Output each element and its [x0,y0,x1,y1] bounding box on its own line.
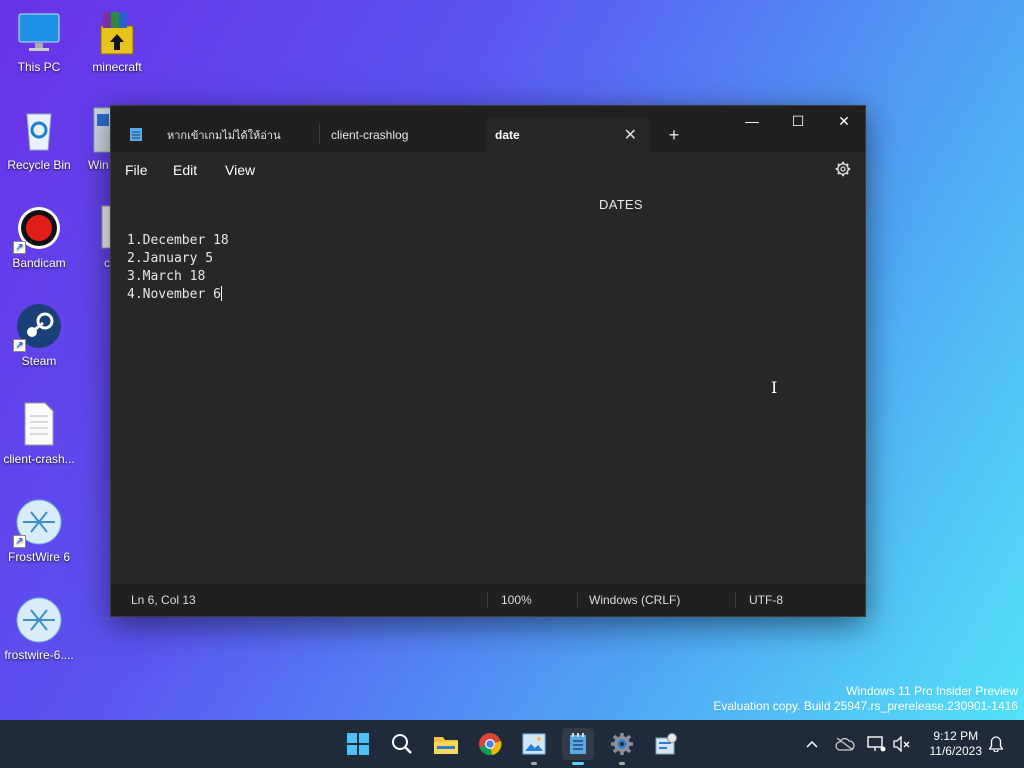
desktop-icon-frostwire[interactable]: ↗ FrostWire 6 [0,498,78,564]
notepad-icon [129,126,143,145]
text-line-with-caret: 4.November 6 [127,286,229,304]
text-file-icon [15,400,63,448]
text-line: 3.March 18 [127,269,206,284]
maximize-button[interactable]: ☐ [775,106,821,136]
notification-bell-icon[interactable] [986,720,1006,768]
desktop-icon-label: Steam [21,354,57,368]
close-button[interactable]: ✕ [821,106,867,136]
desktop-icon-label: Win [88,158,109,172]
tab-date[interactable]: date ✕ [487,118,649,152]
tab-label: date [495,128,520,142]
minimize-button[interactable]: — [729,106,775,136]
text-line: 2.January 5 [127,251,214,266]
desktop-icon-label: c [104,256,110,270]
text-caret [220,286,222,301]
desktop-icon-minecraft[interactable]: minecraft [78,8,156,74]
volume-muted-icon[interactable] [892,720,912,768]
menu-bar: File Edit View [111,152,865,186]
text-line: 1.December 18 [127,233,229,248]
cloud-icon[interactable] [834,720,856,768]
watermark-line: Windows 11 Pro Insider Preview [846,684,1018,698]
desktop-icon-label: This PC [17,60,61,74]
shortcut-arrow-icon: ↗ [13,535,26,548]
desktop-icon-client-crashlog[interactable]: client-crash... [0,400,78,466]
winrar-archive-icon [93,8,141,56]
shortcut-arrow-icon: ↗ [13,339,26,352]
menu-view[interactable]: View [225,162,255,178]
desktop-icon-frostwire-installer[interactable]: frostwire-6.... [0,596,78,662]
network-icon[interactable] [866,720,888,768]
text-lines: 1.December 18 2.January 5 3.March 18 4.N… [127,232,229,304]
cursor-position: Ln 6, Col 13 [131,593,196,607]
new-tab-button[interactable]: + [659,118,689,152]
file-explorer-icon[interactable] [430,728,462,760]
title-bar: หากเข้าเกมไม่ได้ให้อ่าน client-crashlog … [111,106,865,152]
desktop-icon-bandicam[interactable]: ↗ Bandicam [0,204,78,270]
desktop-icon-label: client-crash... [3,452,75,466]
monitor-icon [15,8,63,56]
desktop-icon-label: minecraft [92,60,142,74]
frostwire-icon: ↗ [13,498,63,548]
notepad-window: หากเข้าเกมไม่ได้ให้อ่าน client-crashlog … [110,105,866,617]
tab-client-crashlog[interactable]: client-crashlog [323,118,483,152]
desktop-icon-win[interactable]: Win [78,106,113,172]
desktop-icon-this-pc[interactable]: This PC [0,8,78,74]
desktop-icon-c[interactable]: c [78,204,117,270]
search-icon[interactable] [386,728,418,760]
clock-time: 9:12 PM [933,729,979,743]
text-line: 4.November 6 [127,287,221,302]
desktop-icon-label: FrostWire 6 [7,550,70,564]
steam-icon: ↗ [13,302,63,352]
desktop-icon-label: Recycle Bin [7,158,71,172]
encoding: UTF-8 [749,593,783,607]
running-indicator [531,762,537,765]
taskbar: 9:12 PM 11/6/2023 [0,720,1024,768]
clock-date: 11/6/2023 [929,744,983,758]
status-separator [735,592,736,608]
chevron-up-icon[interactable] [802,720,822,768]
dates-heading: DATES [599,197,643,212]
notepad-icon[interactable] [562,728,594,765]
frostwire-installer-icon [15,596,63,644]
desktop-icon-recycle-bin[interactable]: Recycle Bin [0,106,78,172]
photos-icon[interactable] [518,728,550,765]
desktop-icon-label: frostwire-6.... [4,648,74,662]
bandicam-record-icon: ↗ [13,204,63,254]
text-editor[interactable]: DATES 1.December 18 2.January 5 3.March … [111,186,865,584]
zoom-level: 100% [501,593,532,607]
control-panel-icon[interactable] [650,728,682,760]
status-separator [487,592,488,608]
menu-file[interactable]: File [125,162,148,178]
evaluation-watermark: Windows 11 Pro Insider Preview Evaluatio… [713,684,1018,714]
tab-label: หากเข้าเกมไม่ได้ให้อ่าน [167,130,281,142]
gear-icon[interactable] [835,161,851,180]
settings-icon[interactable] [606,728,638,765]
tab-separator [319,124,320,144]
status-bar: Ln 6, Col 13 100% Windows (CRLF) UTF-8 [111,584,865,616]
chrome-icon[interactable] [474,728,506,760]
desktop-icon-label: Bandicam [12,256,66,270]
tab-label: client-crashlog [331,128,409,142]
recycle-bin-icon [15,106,63,154]
watermark-line: Evaluation copy. Build 25947.rs_prerelea… [713,699,1018,713]
running-indicator [619,762,625,765]
tab-thai-file[interactable]: หากเข้าเกมไม่ได้ให้อ่าน [121,118,321,152]
status-separator [577,592,578,608]
system-clock[interactable]: 9:12 PM 11/6/2023 [930,729,983,759]
start-icon[interactable] [342,728,374,760]
menu-edit[interactable]: Edit [173,162,197,178]
ibeam-cursor-icon: I [771,378,778,397]
line-ending: Windows (CRLF) [589,593,681,607]
desktop-icon-steam[interactable]: ↗ Steam [0,302,78,368]
running-indicator [572,762,584,765]
installer-icon [92,106,113,154]
tab-close-icon[interactable]: ✕ [624,125,637,145]
shortcut-arrow-icon: ↗ [13,241,26,254]
